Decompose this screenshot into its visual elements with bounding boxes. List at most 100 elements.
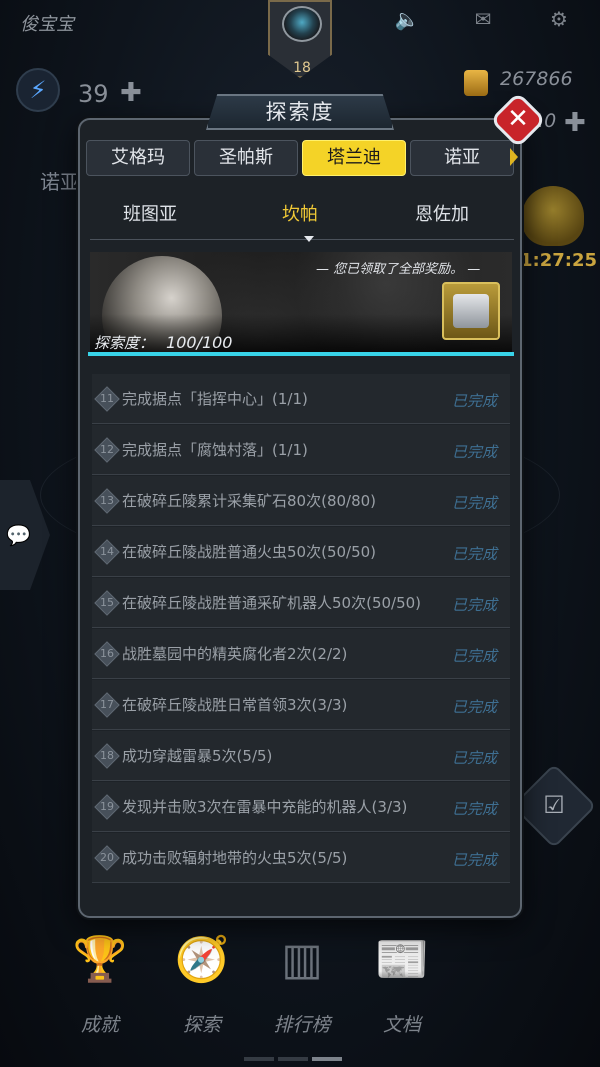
quest-row[interactable]: 15 在破碎丘陵战胜普通采矿机器人50次(50/50) 已完成 — [92, 578, 510, 628]
quest-status: 已完成 — [452, 596, 498, 614]
quest-description: 成功击败辐射地带的火虫5次(5/5) — [122, 849, 348, 867]
quest-row[interactable]: 16 战胜墓园中的精英腐化者2次(2/2) 已完成 — [92, 629, 510, 679]
tab-planet-3[interactable]: 恩佐加 — [382, 200, 502, 226]
page-dot — [244, 1057, 274, 1061]
tab-region-1[interactable]: 艾格玛 — [86, 140, 190, 176]
nav-leaderboard[interactable]: ▥ 排行榜 — [262, 930, 342, 1037]
username: 俊宝宝 — [20, 14, 74, 35]
modal-title: 探索度 — [206, 94, 394, 130]
reward-status-text: — 您已领取了全部奖励。 — — [316, 262, 481, 277]
quest-description: 战胜墓园中的精英腐化者2次(2/2) — [122, 645, 348, 663]
page-dot — [278, 1057, 308, 1061]
quest-row[interactable]: 13 在破碎丘陵累计采集矿石80次(80/80) 已完成 — [92, 476, 510, 526]
chest-icon — [453, 294, 489, 328]
quest-description: 发现并击败3次在雷暴中充能的机器人(3/3) — [122, 798, 408, 816]
tab-region-2[interactable]: 圣帕斯 — [194, 140, 298, 176]
quest-status: 已完成 — [452, 494, 498, 512]
quest-number: 17 — [100, 698, 114, 711]
nav-achievements[interactable]: 🏆 成就 — [60, 930, 140, 1037]
quest-row[interactable]: 20 成功击败辐射地带的火虫5次(5/5) 已完成 — [92, 833, 510, 883]
quest-number: 13 — [100, 494, 114, 507]
quest-row[interactable]: 14 在破碎丘陵战胜普通火虫50次(50/50) 已完成 — [92, 527, 510, 577]
exploration-value: 100/100 — [166, 333, 233, 352]
nav-documents[interactable]: 📰 文档 — [362, 930, 442, 1037]
quest-status: 已完成 — [452, 851, 498, 869]
tab-region-4[interactable]: 诺亚 — [410, 140, 514, 176]
region-scroll-arrow-icon[interactable] — [510, 148, 518, 166]
quest-list[interactable]: 11 完成据点「指挥中心」(1/1) 已完成 12 完成据点「腐蚀村落」(1/1) 已完成… — [90, 374, 512, 904]
quest-status: 已完成 — [452, 545, 498, 563]
lightning-icon: ⚡ — [16, 68, 60, 112]
quest-description: 成功穿越雷暴5次(5/5) — [122, 747, 273, 765]
compass-icon: 🧭 — [174, 934, 230, 985]
exploration-progress-bar — [88, 352, 514, 356]
quest-description: 完成据点「指挥中心」(1/1) — [122, 390, 308, 408]
quest-status: 已完成 — [452, 392, 498, 410]
list-fade — [90, 880, 514, 904]
quest-status: 已完成 — [452, 698, 498, 716]
nav-leaderboard-label: 排行榜 — [273, 1014, 331, 1036]
mail-icon[interactable]: ✉ — [470, 8, 496, 30]
planet-tabs: 班图亚 坎帕 恩佐加 — [90, 190, 514, 242]
quest-status: 已完成 — [452, 749, 498, 767]
exploration-progress-fill — [88, 352, 514, 356]
speaker-icon[interactable]: 🔈 — [394, 8, 420, 30]
coin-value: 267866 — [500, 68, 573, 90]
quest-status: 已完成 — [452, 800, 498, 818]
robot-head-icon — [282, 6, 322, 42]
nav-achievements-label: 成就 — [80, 1014, 119, 1036]
quest-row[interactable]: 17 在破碎丘陵战胜日常首领3次(3/3) 已完成 — [92, 680, 510, 730]
energy-value: 39 — [78, 80, 109, 108]
quest-description: 在破碎丘陵战胜日常首领3次(3/3) — [122, 696, 348, 714]
page-indicator — [244, 1046, 354, 1061]
page-dot-active — [312, 1057, 342, 1061]
close-icon[interactable]: ✕ — [498, 99, 538, 139]
exploration-progress-text: 探索度： 100/100 — [94, 332, 232, 353]
exploration-label: 探索度： — [94, 334, 155, 352]
quest-number: 15 — [100, 596, 114, 609]
energy-plus-icon[interactable]: ✚ — [120, 78, 142, 108]
quest-description: 在破碎丘陵战胜普通火虫50次(50/50) — [122, 543, 377, 561]
planet-banner: — 您已领取了全部奖励。 — 探索度： 100/100 — [90, 252, 512, 356]
nav-explore-label: 探索 — [182, 1014, 221, 1036]
nav-documents-label: 文档 — [382, 1014, 421, 1036]
quest-number: 19 — [100, 800, 114, 813]
document-icon: 📰 — [374, 934, 430, 985]
quest-row[interactable]: 11 完成据点「指挥中心」(1/1) 已完成 — [92, 374, 510, 424]
quest-number: 11 — [100, 392, 114, 405]
quest-row[interactable]: 12 完成据点「腐蚀村落」(1/1) 已完成 — [92, 425, 510, 475]
event-creature-icon[interactable] — [522, 186, 584, 246]
quest-number: 14 — [100, 545, 114, 558]
checklist-icon[interactable]: ☑ — [537, 788, 571, 822]
quest-number: 20 — [100, 851, 114, 864]
quest-number: 18 — [100, 749, 114, 762]
active-tab-caret-icon — [304, 236, 314, 242]
quest-number: 16 — [100, 647, 114, 660]
coin-stack-icon — [464, 70, 488, 96]
currency-plus-icon[interactable]: ✚ — [564, 108, 586, 138]
bottom-navigation: 🏆 成就 🧭 探索 ▥ 排行榜 📰 文档 — [60, 930, 480, 1050]
location-label: 诺亚 — [40, 170, 80, 194]
trophy-icon: 🏆 — [72, 934, 128, 985]
tab-planet-2[interactable]: 坎帕 — [240, 200, 360, 226]
quest-description: 完成据点「腐蚀村落」(1/1) — [122, 441, 308, 459]
tab-region-3[interactable]: 塔兰迪 — [302, 140, 406, 176]
quest-number: 12 — [100, 443, 114, 456]
nav-explore[interactable]: 🧭 探索 — [162, 930, 242, 1037]
reward-chest-button[interactable] — [442, 282, 500, 340]
podium-icon: ▥ — [281, 934, 323, 985]
player-avatar[interactable]: 18 — [268, 0, 332, 78]
quest-row[interactable]: 18 成功穿越雷暴5次(5/5) 已完成 — [92, 731, 510, 781]
player-level: 18 — [293, 60, 311, 76]
quest-description: 在破碎丘陵战胜普通采矿机器人50次(50/50) — [122, 594, 422, 612]
tab-planet-1[interactable]: 班图亚 — [90, 200, 210, 226]
quest-status: 已完成 — [452, 647, 498, 665]
region-tabs: 艾格玛 圣帕斯 塔兰迪 诺亚 — [86, 140, 518, 178]
quest-status: 已完成 — [452, 443, 498, 461]
gear-icon[interactable]: ⚙ — [546, 8, 572, 30]
exploration-modal: 艾格玛 圣帕斯 塔兰迪 诺亚 班图亚 坎帕 恩佐加 — 您已领取了全部奖励。 —… — [78, 118, 522, 918]
event-timer: 1:27:25 — [520, 250, 598, 271]
chat-icon[interactable]: 💬 — [6, 523, 31, 547]
quest-description: 在破碎丘陵累计采集矿石80次(80/80) — [122, 492, 377, 510]
quest-row[interactable]: 19 发现并击败3次在雷暴中充能的机器人(3/3) 已完成 — [92, 782, 510, 832]
